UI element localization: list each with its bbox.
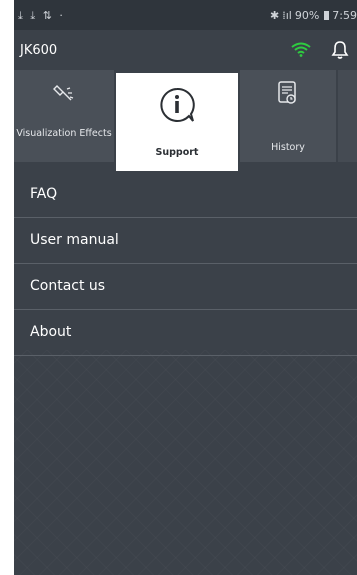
background-pattern — [14, 350, 357, 575]
status-bar: ⤓ ⤓ ⇅ · ✱ ⁞ıl 90% 7:59 — [14, 0, 357, 30]
tab-support[interactable]: Support — [116, 73, 238, 171]
tab-history[interactable]: History — [240, 70, 336, 162]
signal-icon: ⁞ıl — [282, 9, 292, 22]
tab-overflow[interactable] — [338, 70, 357, 162]
battery-icon — [324, 11, 330, 20]
bell-icon[interactable] — [331, 40, 349, 60]
menu-item-label: User manual — [30, 232, 119, 248]
menu-item-label: About — [30, 324, 72, 340]
status-right: ✱ ⁞ıl 90% 7:59 — [270, 9, 357, 22]
menu-item-about[interactable]: About — [14, 310, 357, 356]
tab-label: Support — [155, 147, 199, 158]
wifi-icon — [291, 42, 311, 57]
sparkle-wand-icon — [53, 85, 74, 101]
bluetooth-icon: ✱ — [270, 9, 280, 22]
history-document-icon — [278, 81, 296, 104]
tab-label: Visualization Effects — [16, 128, 112, 139]
menu-item-faq[interactable]: FAQ — [14, 172, 357, 218]
menu-item-contact-us[interactable]: Contact us — [14, 264, 357, 310]
menu-item-label: Contact us — [30, 278, 106, 294]
tab-visualization-effects[interactable]: Visualization Effects — [14, 70, 114, 162]
status-notification-icons: ⤓ ⤓ ⇅ · — [18, 9, 65, 22]
battery-percent: 90% — [294, 9, 320, 22]
tab-label: History — [271, 142, 305, 153]
menu-item-user-manual[interactable]: User manual — [14, 218, 357, 264]
app-bar: JK600 — [14, 30, 357, 70]
menu-item-label: FAQ — [30, 186, 58, 202]
phone-screen: ⤓ ⤓ ⇅ · ✱ ⁞ıl 90% 7:59 JK600 Visualizati… — [14, 0, 357, 575]
support-menu: FAQ User manual Contact us About — [14, 172, 357, 356]
tab-bar: Visualization Effects Support History — [14, 70, 357, 171]
info-bubble-icon — [160, 87, 195, 122]
clock: 7:59 — [332, 9, 357, 22]
app-title: JK600 — [20, 43, 58, 58]
